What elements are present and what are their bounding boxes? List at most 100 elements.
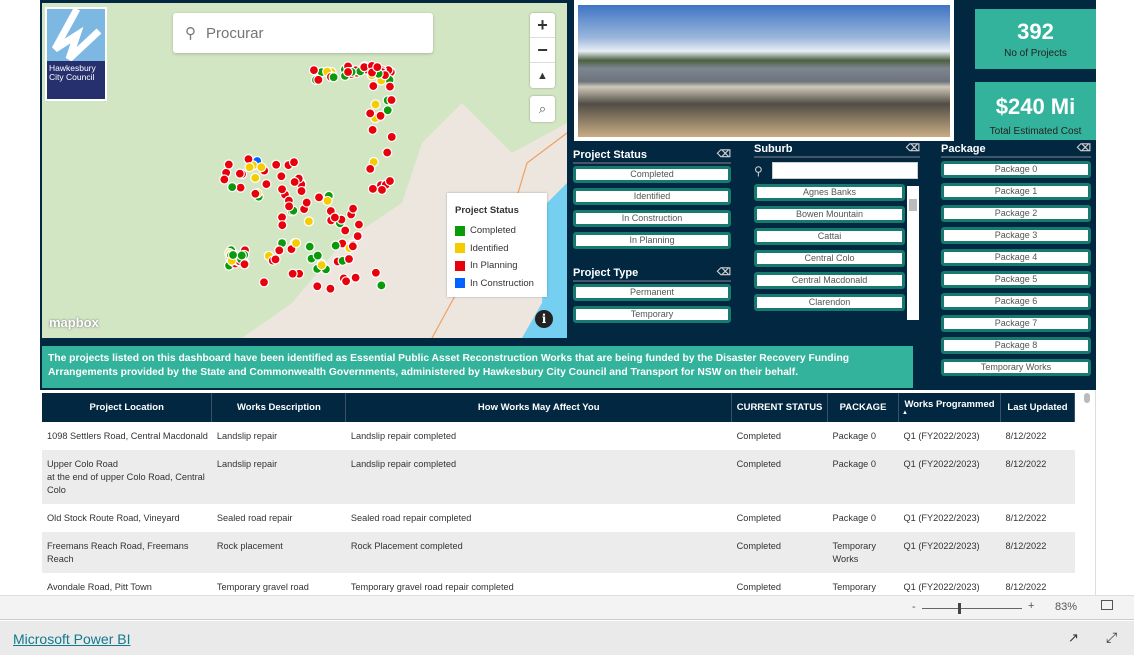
map-search[interactable]: ⚲ — [173, 13, 433, 53]
project-marker[interactable] — [370, 267, 381, 278]
project-marker[interactable] — [223, 159, 234, 170]
project-marker[interactable] — [316, 260, 327, 271]
zoom-slider[interactable] — [922, 603, 1022, 614]
table-scrollbar[interactable] — [1084, 393, 1090, 403]
project-marker[interactable] — [352, 231, 363, 242]
column-header[interactable]: Last Updated — [1000, 393, 1076, 422]
map-search-input[interactable] — [206, 24, 406, 42]
eraser-icon[interactable]: ⌫ — [717, 149, 731, 160]
eraser-icon[interactable]: ⌫ — [717, 267, 731, 278]
project-marker[interactable] — [250, 188, 261, 199]
project-marker[interactable] — [370, 99, 381, 110]
column-header[interactable]: PACKAGE — [827, 393, 900, 422]
project-marker[interactable] — [271, 159, 282, 170]
slicer-option[interactable]: Package 2 — [941, 205, 1091, 222]
power-bi-link[interactable]: Microsoft Power BI — [13, 631, 130, 647]
project-marker[interactable] — [287, 268, 298, 279]
project-marker[interactable] — [258, 277, 270, 288]
project-marker[interactable] — [219, 174, 230, 185]
slicer-option[interactable]: In Construction — [573, 210, 731, 227]
project-marker[interactable] — [256, 162, 267, 173]
project-marker[interactable] — [313, 192, 325, 203]
table-row[interactable]: Freemans Reach Road, Freemans Reach Rock … — [42, 532, 1075, 573]
project-marker[interactable] — [376, 184, 388, 195]
project-marker[interactable] — [340, 225, 351, 236]
project-marker[interactable] — [386, 94, 397, 106]
share-icon[interactable]: ↗ — [1068, 630, 1079, 646]
project-marker[interactable] — [329, 212, 340, 223]
slicer-option[interactable]: Central Macdonald — [754, 272, 905, 289]
project-marker[interactable] — [308, 65, 320, 76]
project-marker[interactable] — [343, 253, 355, 265]
locate-button[interactable]: ⌕ — [530, 96, 555, 122]
project-marker[interactable] — [283, 201, 295, 212]
project-marker[interactable] — [342, 66, 354, 78]
eraser-icon[interactable]: ⌫ — [906, 143, 920, 154]
project-marker[interactable] — [325, 283, 336, 294]
project-marker[interactable] — [384, 81, 396, 92]
slicer-option[interactable]: In Planning — [573, 232, 731, 249]
slicer-option[interactable]: Package 3 — [941, 227, 1091, 244]
column-header[interactable]: Project Location — [42, 393, 213, 422]
slicer-option[interactable]: Clarendon — [754, 294, 905, 311]
fit-to-page-icon[interactable] — [1101, 600, 1113, 610]
project-marker[interactable] — [227, 182, 238, 193]
project-marker[interactable] — [250, 172, 261, 184]
column-header[interactable]: CURRENT STATUS — [731, 393, 829, 422]
slicer-option[interactable]: Temporary — [573, 306, 731, 323]
project-marker[interactable] — [236, 250, 247, 261]
project-marker[interactable] — [290, 237, 302, 249]
project-marker[interactable] — [312, 250, 323, 261]
project-marker[interactable] — [330, 240, 341, 251]
slicer-option[interactable]: Agnes Banks — [754, 184, 905, 201]
project-marker[interactable] — [367, 183, 378, 194]
project-marker[interactable] — [322, 195, 333, 207]
project-marker[interactable] — [375, 110, 386, 121]
project-marker[interactable] — [365, 163, 376, 174]
suburb-scrollbar[interactable] — [907, 186, 919, 320]
project-marker[interactable] — [312, 281, 323, 292]
project-marker[interactable] — [243, 154, 254, 165]
project-marker[interactable] — [353, 219, 365, 230]
eraser-icon[interactable]: ⌫ — [1077, 143, 1091, 154]
zoom-in-button[interactable]: + — [1028, 600, 1034, 612]
project-marker[interactable] — [274, 245, 285, 256]
project-marker[interactable] — [347, 203, 359, 214]
project-marker[interactable] — [296, 185, 307, 197]
project-marker[interactable] — [301, 197, 312, 208]
project-marker[interactable] — [341, 276, 352, 287]
zoom-out-button[interactable]: - — [912, 601, 916, 613]
project-marker[interactable] — [239, 259, 250, 270]
project-marker[interactable] — [288, 157, 300, 168]
project-marker[interactable] — [227, 249, 239, 261]
project-marker[interactable] — [303, 216, 314, 227]
slicer-option[interactable]: Package 4 — [941, 249, 1091, 266]
project-marker[interactable] — [313, 74, 324, 85]
project-marker[interactable] — [367, 124, 378, 136]
info-icon[interactable]: i — [535, 310, 553, 328]
project-marker[interactable] — [304, 241, 315, 252]
zoom-slider-handle[interactable] — [957, 603, 961, 614]
project-marker[interactable] — [276, 184, 288, 195]
project-marker[interactable] — [382, 147, 393, 158]
column-header[interactable]: How Works May Affect You — [345, 393, 733, 422]
slicer-option[interactable]: Permanent — [573, 284, 731, 301]
slicer-option[interactable]: Package 1 — [941, 183, 1091, 200]
table-row[interactable]: 1098 Settlers Road, Central Macdonald Lan… — [42, 422, 1075, 450]
slicer-option[interactable]: Central Colo — [754, 250, 905, 267]
slicer-option[interactable]: Package 0 — [941, 161, 1091, 178]
compass-icon[interactable]: ▲ — [530, 63, 555, 88]
zoom-out-button[interactable]: − — [530, 38, 555, 63]
slicer-option[interactable]: Identified — [573, 188, 731, 205]
project-marker[interactable] — [350, 272, 361, 283]
project-marker[interactable] — [365, 108, 376, 119]
project-marker[interactable] — [384, 175, 396, 187]
project-marker[interactable] — [244, 162, 255, 173]
project-marker[interactable] — [234, 168, 245, 179]
slicer-option[interactable]: Temporary Works — [941, 359, 1091, 376]
project-marker[interactable] — [276, 171, 287, 182]
table-row[interactable]: Old Stock Route Road, Vineyard Sealed roa… — [42, 504, 1075, 532]
project-map[interactable]: HawkesburyCity Council ⚲ + − ▲ ⌕ Project… — [42, 3, 567, 338]
project-marker[interactable] — [270, 254, 281, 265]
slicer-option[interactable]: Package 8 — [941, 337, 1091, 354]
